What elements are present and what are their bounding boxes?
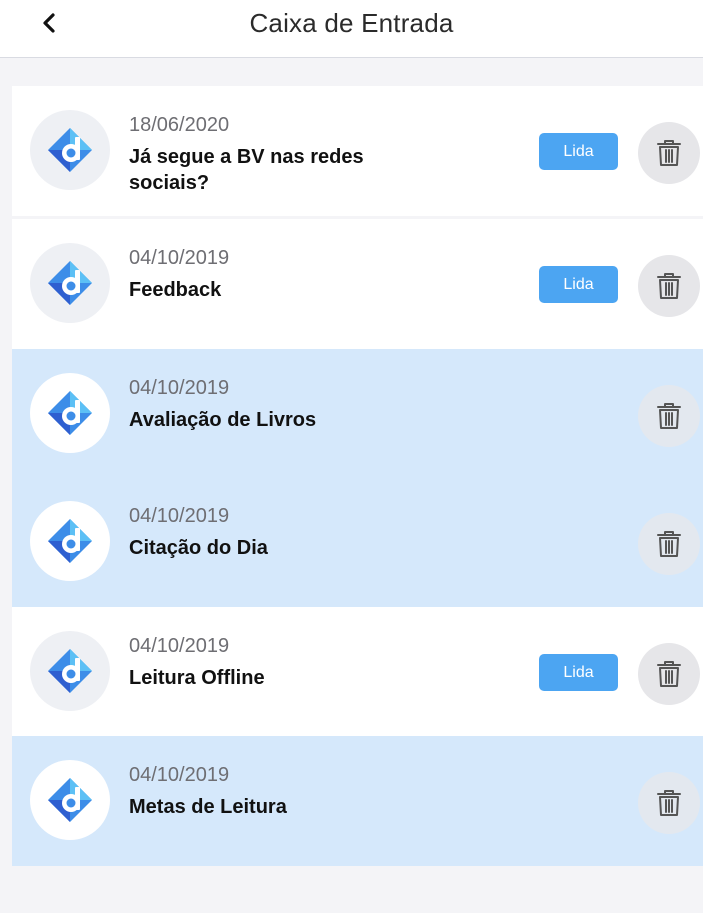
trash-icon [657, 790, 681, 816]
delete-button[interactable] [638, 643, 700, 705]
bv-logo-icon [48, 128, 92, 172]
bv-logo-icon [48, 261, 92, 305]
page-title: Caixa de Entrada [249, 8, 454, 38]
bv-logo-icon [48, 649, 92, 693]
bv-logo-icon [48, 519, 92, 563]
trash-icon [657, 140, 681, 166]
delete-button[interactable] [638, 255, 700, 317]
message-subject: Já segue a BV nas redes sociais? [129, 146, 364, 194]
avatar [30, 373, 110, 453]
trash-icon [657, 273, 681, 299]
bv-logo-icon [48, 391, 92, 435]
avatar [30, 501, 110, 581]
trash-icon [657, 531, 681, 557]
trash-icon [657, 403, 681, 429]
avatar [30, 110, 110, 190]
delete-button[interactable] [638, 772, 700, 834]
avatar [30, 631, 110, 711]
message-subject: Citação do Dia [129, 537, 268, 559]
message-date: 04/10/2019 [129, 247, 230, 269]
message-date: 04/10/2019 [129, 764, 230, 786]
bv-logo-icon [48, 778, 92, 822]
delete-button[interactable] [638, 122, 700, 184]
message-date: 04/10/2019 [129, 377, 230, 399]
message-subject: Metas de Leitura [129, 796, 287, 818]
list-item[interactable]: 04/10/2019 Avaliação de Livros [12, 349, 703, 479]
avatar [30, 760, 110, 840]
message-subject: Leitura Offline [129, 667, 265, 689]
trash-icon [657, 661, 681, 687]
message-date: 04/10/2019 [129, 635, 230, 657]
read-badge[interactable]: Lida [539, 654, 618, 691]
delete-button[interactable] [638, 513, 700, 575]
list-item[interactable]: 04/10/2019 Feedback Lida [12, 219, 703, 349]
message-subject: Avaliação de Livros [129, 409, 317, 431]
message-date: 18/06/2020 [129, 114, 230, 136]
message-subject: Feedback [129, 279, 222, 301]
header: Caixa de Entrada [0, 0, 703, 58]
avatar [30, 243, 110, 323]
list-item[interactable]: 04/10/2019 Leitura Offline Lida [12, 607, 703, 737]
read-badge[interactable]: Lida [539, 133, 618, 170]
read-badge[interactable]: Lida [539, 266, 618, 303]
list-item[interactable]: 04/10/2019 Metas de Leitura [12, 736, 703, 866]
message-date: 04/10/2019 [129, 505, 230, 527]
delete-button[interactable] [638, 385, 700, 447]
list-item[interactable]: 04/10/2019 Citação do Dia [12, 477, 703, 607]
list-item[interactable]: 18/06/2020 Já segue a BV nas redes socia… [12, 86, 703, 216]
